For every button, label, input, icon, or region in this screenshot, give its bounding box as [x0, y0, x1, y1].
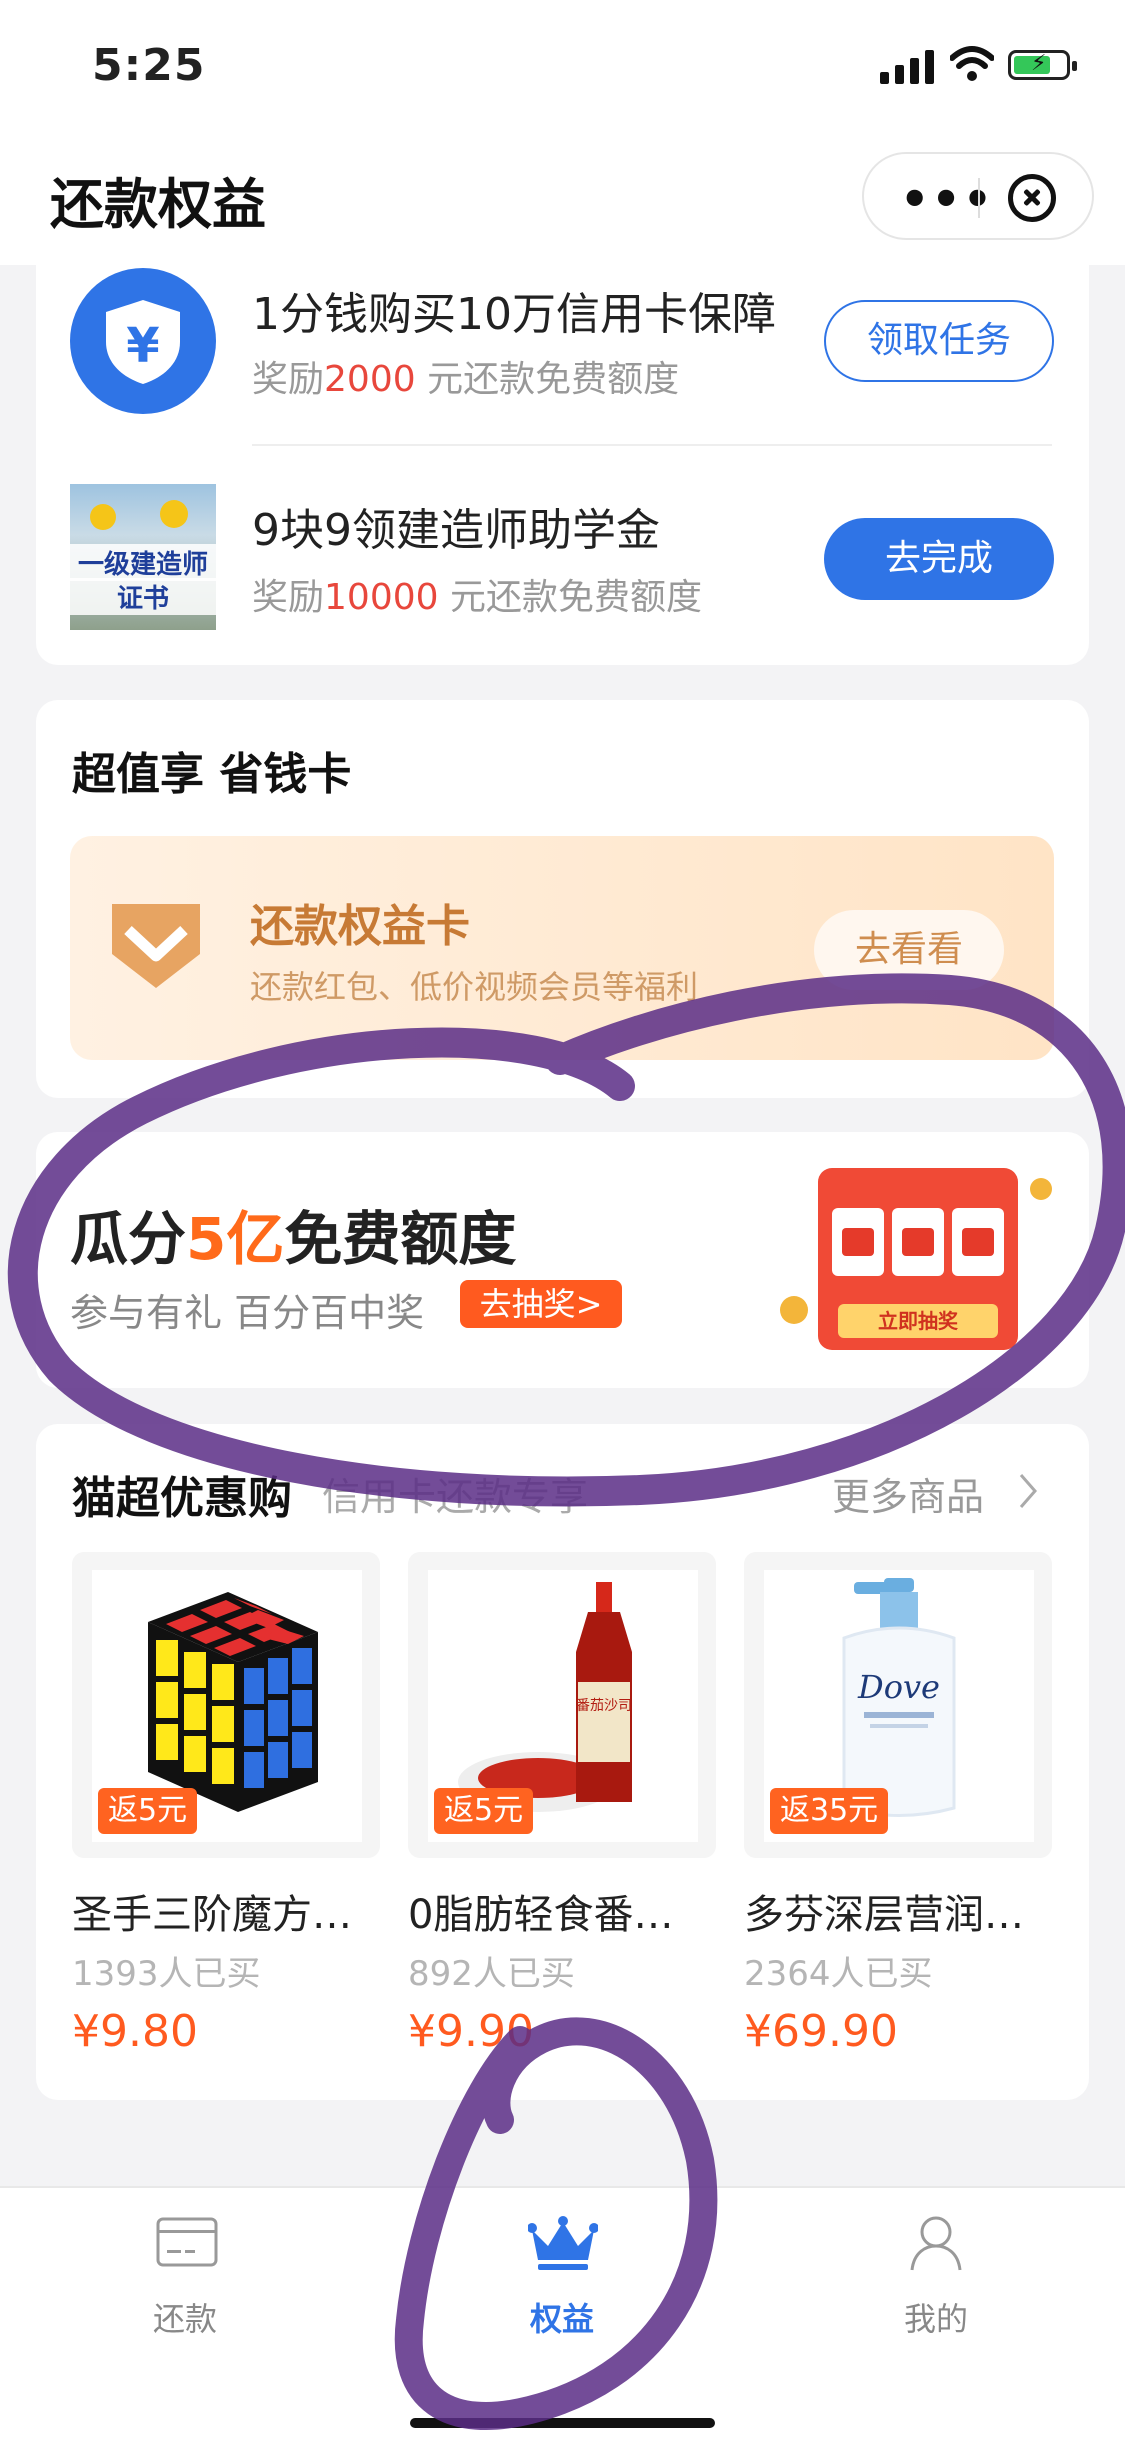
page-title: 还款权益 — [50, 173, 266, 236]
lottery-title-part2: 免费额度 — [284, 1205, 517, 1273]
tab-mine-label: 我的 — [903, 2300, 968, 2338]
claim-task-button[interactable]: 领取任务 — [824, 300, 1054, 382]
product-name[interactable]: 圣手三阶魔方… — [72, 1882, 352, 1940]
rebate-badge: 返35元 — [770, 1788, 889, 1834]
task-1-reward-amount: 2000 — [324, 359, 416, 400]
product-name[interactable]: 多芬深层营润… — [744, 1882, 1024, 1940]
task-divider — [252, 444, 1052, 446]
product-card-2[interactable]: 番茄沙司 返5元 — [408, 1552, 716, 1858]
tab-rights[interactable]: 权益 — [462, 2206, 662, 2386]
tab-repay[interactable]: 还款 — [85, 2206, 285, 2386]
close-circle-icon[interactable] — [1008, 174, 1056, 222]
savings-section-title: 超值享 省钱卡 — [72, 749, 352, 800]
more-dots-icon[interactable]: ••• — [900, 172, 994, 226]
task-1-reward: 奖励2000 元还款免费额度 — [252, 350, 679, 402]
battery-icon: ⚡ — [1008, 50, 1077, 80]
rebate-badge: 返5元 — [98, 1788, 198, 1834]
status-time: 5:25 — [92, 40, 206, 91]
slot-reel — [952, 1208, 1004, 1276]
rights-card-subtitle: 还款红包、低价视频会员等福利 — [250, 968, 699, 1006]
tab-repay-label: 还款 — [152, 2300, 217, 2338]
task-1-reward-suffix: 元还款免费额度 — [415, 359, 680, 400]
tab-mine[interactable]: 我的 — [836, 2206, 1036, 2386]
certificate-text-1: 一级建造师 — [70, 544, 216, 581]
task-2-reward: 奖励10000 元还款免费额度 — [252, 568, 702, 620]
product-price: ¥69.90 — [744, 2006, 898, 2057]
shop-section-subtitle: 信用卡还款专享 — [322, 1475, 589, 1519]
task-1-reward-prefix: 奖励 — [252, 359, 325, 400]
product-sold-count: 1393人已买 — [72, 1954, 261, 1994]
product-card-1[interactable]: 返5元 — [72, 1552, 380, 1858]
card-icon — [156, 2217, 218, 2267]
product-name[interactable]: 0脂肪轻食番… — [408, 1882, 673, 1940]
shop-section-title: 猫超优惠购 — [72, 1473, 292, 1524]
task-2-reward-suffix: 元还款免费额度 — [438, 577, 702, 618]
lottery-title: 瓜分5亿免费额度 — [70, 1192, 516, 1276]
task-2-title: 9块9领建造师助学金 — [252, 505, 660, 556]
coin-icon — [780, 1296, 808, 1324]
lottery-title-highlight: 5亿 — [186, 1205, 285, 1273]
product-price: ¥9.90 — [408, 2006, 534, 2057]
ketchup-label-text: 番茄沙司 — [576, 1697, 632, 1714]
lottery-title-part1: 瓜分 — [70, 1205, 187, 1273]
user-icon — [910, 2216, 962, 2271]
slot-reel — [892, 1208, 944, 1276]
product-card-3[interactable]: Dove 返35元 — [744, 1552, 1052, 1858]
signal-icon — [880, 50, 934, 84]
helmet-shape — [160, 500, 188, 528]
rights-card-title: 还款权益卡 — [250, 901, 470, 952]
slot-machine-label: 立即抽奖 — [838, 1304, 998, 1338]
certificate-text-2: 证书 — [70, 578, 216, 615]
certificate-image: 一级建造师 证书 — [70, 484, 216, 630]
yuan-shield-icon: ¥ — [106, 300, 180, 384]
svg-text:¥: ¥ — [126, 318, 159, 374]
coin-icon — [1030, 1178, 1052, 1200]
crown-icon — [528, 2216, 598, 2270]
slot-machine-image[interactable]: 立即抽奖 — [818, 1168, 1018, 1350]
complete-task-button[interactable]: 去完成 — [824, 518, 1054, 600]
task-2-reward-amount: 10000 — [324, 577, 439, 618]
task-2-reward-prefix: 奖励 — [252, 577, 325, 618]
capsule-divider — [978, 178, 980, 218]
product-price: ¥9.80 — [72, 2006, 198, 2057]
helmet-shape — [90, 504, 116, 530]
rebate-badge: 返5元 — [434, 1788, 534, 1834]
wifi-icon — [950, 46, 994, 81]
charging-icon: ⚡ — [1031, 51, 1047, 76]
view-rights-button[interactable]: 去看看 — [814, 910, 1004, 990]
dove-brand-text: Dove — [857, 1668, 940, 1706]
rubiks-cube-image — [148, 1592, 318, 1812]
product-sold-count: 2364人已买 — [744, 1954, 933, 1994]
rights-card-icon — [112, 904, 200, 988]
slot-reel — [832, 1208, 884, 1276]
lottery-subtitle: 参与有礼 百分百中奖 — [70, 1291, 425, 1335]
more-products-link[interactable]: 更多商品 — [832, 1466, 984, 1521]
tab-rights-label: 权益 — [529, 2300, 594, 2338]
home-indicator — [410, 2418, 715, 2428]
task-1-title: 1分钱购买10万信用卡保障 — [252, 289, 776, 340]
chevron-right-icon[interactable] — [1018, 1472, 1038, 1510]
product-sold-count: 892人已买 — [408, 1954, 575, 1994]
draw-lottery-button[interactable]: 去抽奖> — [460, 1280, 622, 1328]
